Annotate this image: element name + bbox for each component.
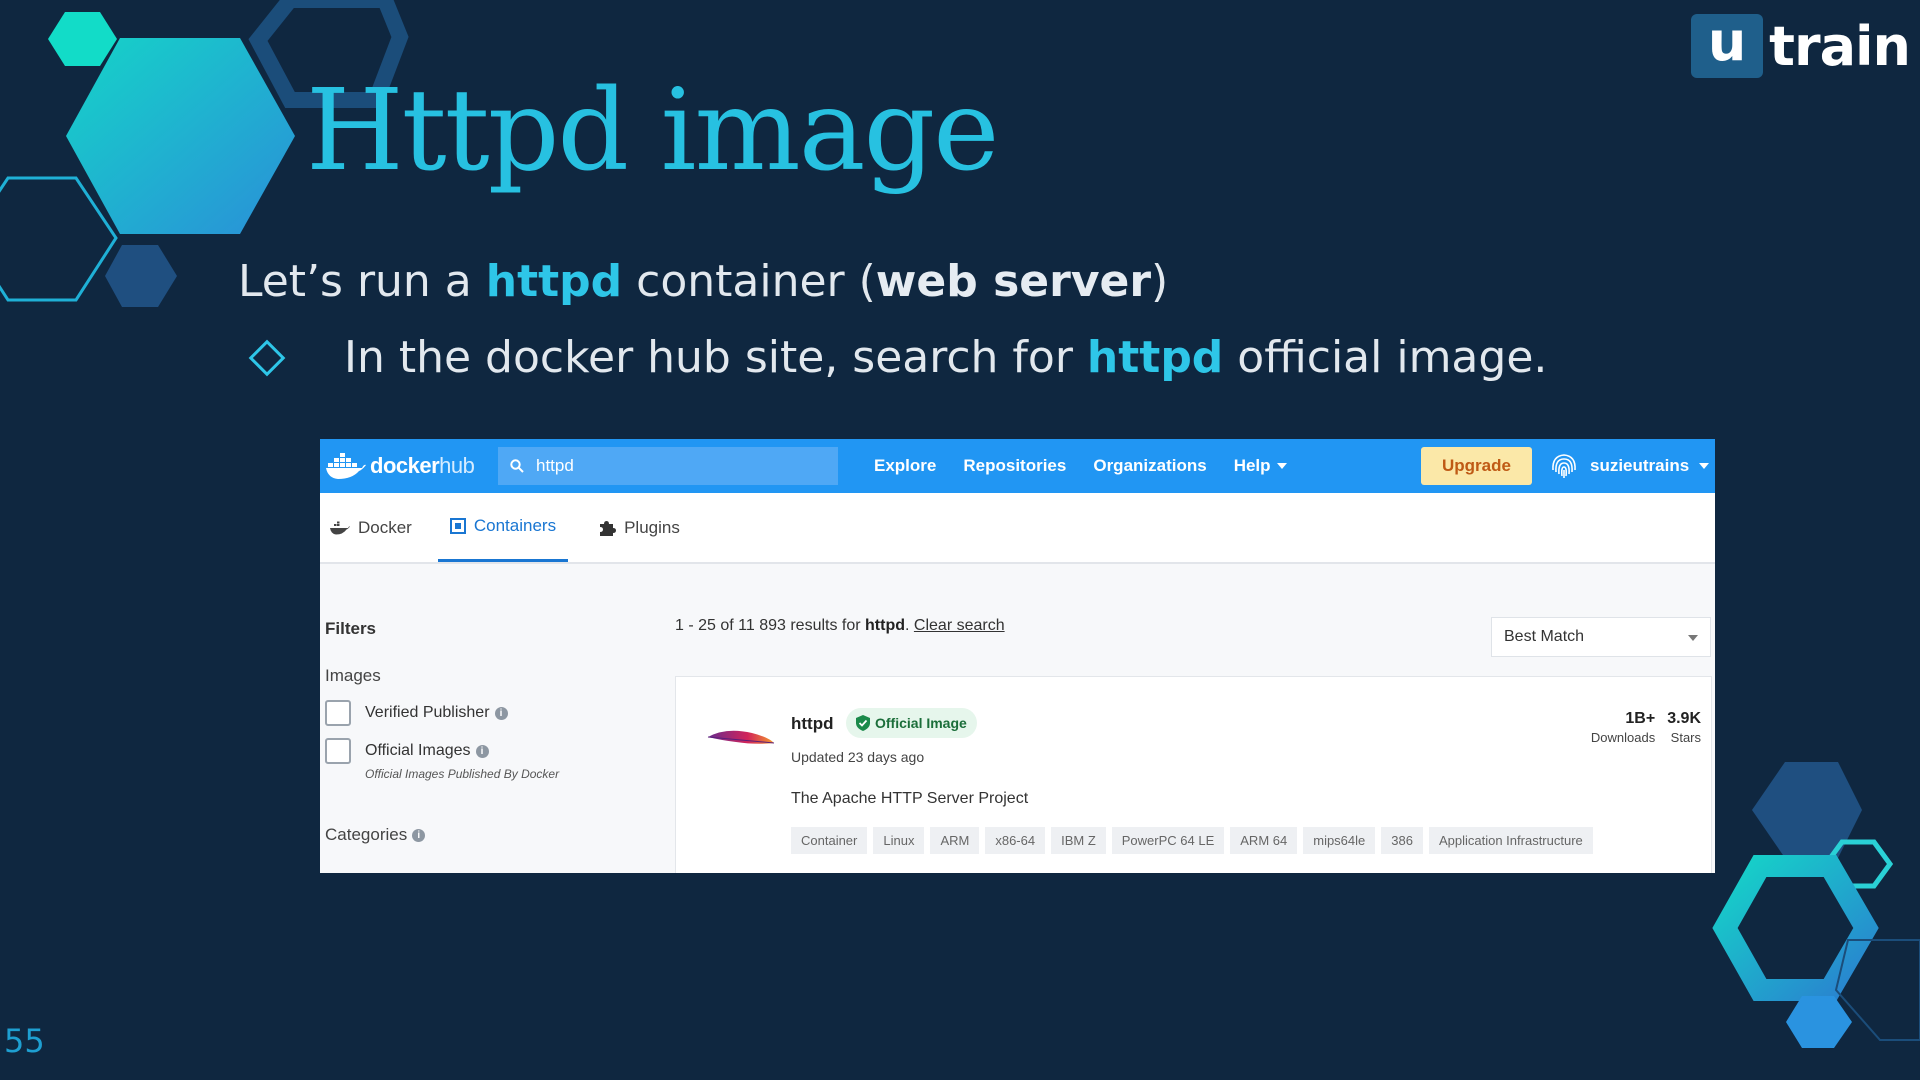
tag-chip: PowerPC 64 LE xyxy=(1111,827,1225,854)
tab-containers[interactable]: Containers xyxy=(437,493,569,562)
filters-title: Filters xyxy=(325,619,377,638)
filter-verified-publisher[interactable]: Verified Publisher i xyxy=(325,700,625,726)
info-icon[interactable]: i xyxy=(412,829,426,842)
dockerhub-logo[interactable]: docker hub xyxy=(326,452,496,480)
utrain-logo: u train xyxy=(1691,14,1911,78)
search-icon xyxy=(510,459,524,473)
results-summary: 1 - 25 of 11 893 results for httpd. Clea… xyxy=(675,617,1005,634)
lead-part-1: Let’s run a xyxy=(238,256,486,307)
lead-part-2: container ( xyxy=(622,256,876,307)
stars-label: Stars xyxy=(1670,730,1701,745)
upgrade-button[interactable]: Upgrade xyxy=(1421,447,1532,485)
image-stats: 1B+ Downloads 3.9K Stars xyxy=(1591,710,1701,745)
search-input[interactable] xyxy=(536,456,816,476)
sort-value: Best Match xyxy=(1504,628,1585,645)
slide-title: Httpd image xyxy=(306,66,999,196)
results-query: httpd xyxy=(865,617,906,634)
clear-search-link[interactable]: Clear search xyxy=(914,617,1005,634)
filter-official-images[interactable]: Official Images i xyxy=(325,738,625,764)
nav-help-label: Help xyxy=(1233,456,1271,475)
dockerhub-topbar: dockerhub Explore Repositories Organizat… xyxy=(320,439,1715,493)
tab-containers-label: Containers xyxy=(473,516,557,535)
info-icon[interactable]: i xyxy=(494,706,508,720)
tab-docker[interactable]: Docker xyxy=(320,493,422,562)
sort-dropdown[interactable]: Best Match xyxy=(1491,617,1711,657)
tag-chip: x86-64 xyxy=(985,827,1046,854)
nav-help[interactable]: Help xyxy=(1234,456,1287,476)
official-images-checkbox[interactable] xyxy=(325,738,351,764)
info-icon[interactable]: i xyxy=(475,744,489,758)
logo-u: u xyxy=(1691,14,1764,78)
tag-chip: mips64le xyxy=(1303,827,1376,854)
tab-plugins-label: Plugins xyxy=(624,517,680,537)
images-heading: Images xyxy=(325,666,381,685)
logo-docker-text: docker xyxy=(370,453,440,478)
nav-explore[interactable]: Explore xyxy=(874,456,936,476)
tag-chip: ARM 64 xyxy=(1230,827,1298,854)
tag-chip: Container xyxy=(791,827,868,854)
official-images-label: Official Images xyxy=(365,742,471,759)
downloads-stat: 1B+ Downloads xyxy=(1591,710,1655,745)
shield-check-icon xyxy=(856,715,870,731)
apache-feather-icon xyxy=(707,730,775,744)
chevron-down-icon xyxy=(1699,463,1710,469)
username: suzieutrains xyxy=(1590,456,1690,475)
main-nav: Explore Repositories Organizations Help xyxy=(874,456,1287,476)
tag-list: Container Linux ARM x86-64 IBM Z PowerPC… xyxy=(791,827,1593,854)
stars-stat: 3.9K Stars xyxy=(1667,710,1701,745)
filters-panel: Filters Images Verified Publisher i Offic… xyxy=(325,619,625,845)
official-image-badge: Official Image xyxy=(846,708,977,738)
puzzle-icon xyxy=(600,520,617,536)
logo-word: train xyxy=(1769,14,1911,78)
categories-heading: Categories i xyxy=(325,825,625,845)
chevron-down-icon xyxy=(1276,463,1287,469)
page-number: 55 xyxy=(4,1022,45,1060)
downloads-value: 1B+ xyxy=(1625,710,1656,727)
tab-plugins[interactable]: Plugins xyxy=(588,493,690,562)
bullet-part-1: In the docker hub site, search for xyxy=(344,332,1087,383)
search-bar[interactable] xyxy=(498,447,838,485)
docker-whale-icon xyxy=(330,521,350,534)
nav-repositories[interactable]: Repositories xyxy=(963,456,1066,476)
docker-whale-icon xyxy=(326,453,366,479)
verified-publisher-checkbox[interactable] xyxy=(325,700,351,726)
updated-time: Updated 23 days ago xyxy=(791,749,925,765)
image-name[interactable]: httpd xyxy=(791,714,833,734)
category-tabs: Docker Containers Plugins xyxy=(320,493,1715,564)
lead-part-3: ) xyxy=(1151,256,1169,307)
image-description: The Apache HTTP Server Project xyxy=(791,790,1029,807)
result-card-httpd[interactable]: httpd Official Image Updated 23 days ago… xyxy=(675,676,1712,873)
categories-label: Categories xyxy=(325,825,408,844)
bullet-part-2: official image. xyxy=(1223,332,1548,383)
diamond-bullet-icon xyxy=(248,339,286,376)
lead-text: Let’s run a httpd container (web server) xyxy=(238,256,1168,307)
tag-chip: ARM xyxy=(930,827,980,854)
container-icon xyxy=(449,518,466,534)
results-count: 1 - 25 of 11 893 results for xyxy=(675,617,866,634)
tab-docker-label: Docker xyxy=(358,517,412,537)
tag-chip: IBM Z xyxy=(1051,827,1106,854)
lead-highlight-httpd: httpd xyxy=(485,256,623,307)
official-images-note: Official Images Published By Docker xyxy=(365,767,560,781)
tag-chip: 386 xyxy=(1381,827,1423,854)
badge-label: Official Image xyxy=(875,715,967,731)
verified-publisher-label: Verified Publisher xyxy=(365,704,490,721)
nav-organizations[interactable]: Organizations xyxy=(1093,456,1206,476)
fingerprint-avatar-icon xyxy=(1552,454,1576,478)
dockerhub-screenshot: dockerhub Explore Repositories Organizat… xyxy=(320,439,1715,873)
lead-highlight-web-server: web server xyxy=(875,256,1152,307)
bullet-item: In the docker hub site, search for httpd… xyxy=(248,332,1547,383)
chevron-down-icon xyxy=(1688,635,1698,641)
downloads-label: Downloads xyxy=(1590,730,1656,745)
bullet-text: In the docker hub site, search for httpd… xyxy=(344,332,1547,383)
tag-chip: Linux xyxy=(873,827,925,854)
user-menu[interactable]: suzieutrains xyxy=(1548,439,1710,493)
tag-chip: Application Infrastructure xyxy=(1428,827,1593,854)
stars-value: 3.9K xyxy=(1667,710,1701,727)
bullet-highlight-httpd: httpd xyxy=(1086,332,1224,383)
logo-hub-text: hub xyxy=(439,453,475,478)
